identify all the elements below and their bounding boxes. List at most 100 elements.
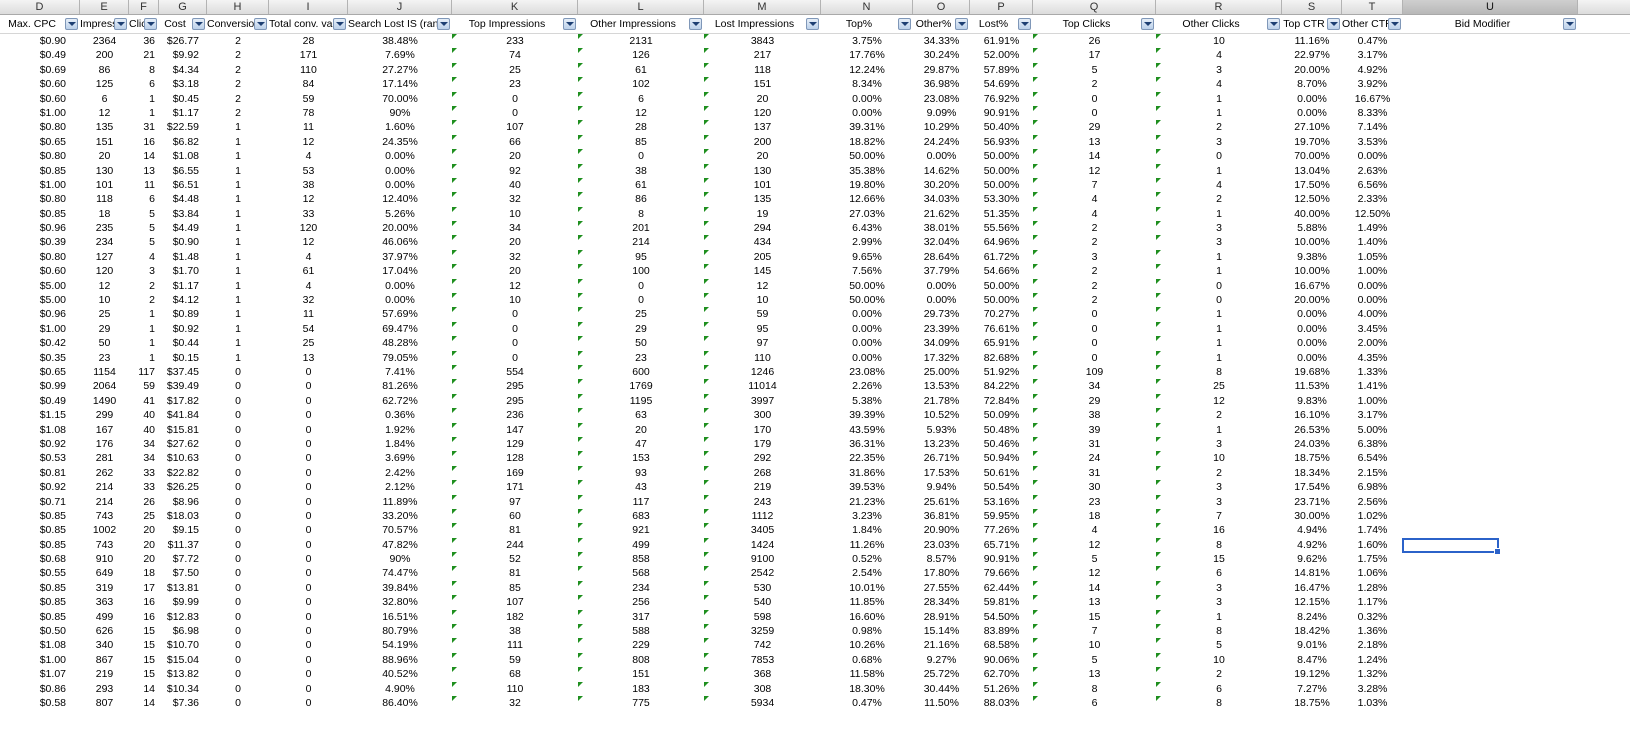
table-cell[interactable]: $11.37 — [159, 538, 207, 552]
table-cell[interactable]: 76.61% — [970, 322, 1033, 336]
table-cell[interactable]: 10 — [704, 293, 821, 307]
table-cell[interactable]: 1.41% — [1342, 379, 1403, 393]
table-cell[interactable]: 0 — [1156, 149, 1282, 163]
table-cell[interactable]: 61.72% — [970, 250, 1033, 264]
table-cell[interactable]: 16.60% — [821, 610, 913, 624]
table-cell[interactable]: 0 — [207, 667, 269, 681]
table-cell[interactable]: 93 — [578, 465, 704, 480]
table-cell[interactable]: 2 — [1156, 120, 1282, 134]
table-cell[interactable]: 20 — [129, 523, 159, 537]
table-cell[interactable]: 24.03% — [1282, 437, 1342, 451]
table-cell[interactable]: 4.00% — [1342, 307, 1403, 321]
table-cell[interactable]: 107 — [452, 595, 578, 609]
table-cell[interactable] — [1403, 437, 1578, 451]
table-cell[interactable]: 34 — [1033, 379, 1156, 393]
table-cell[interactable]: 16.10% — [1282, 408, 1342, 422]
table-cell[interactable] — [1403, 322, 1578, 336]
table-cell[interactable]: 59 — [269, 92, 348, 106]
table-cell[interactable]: 117 — [129, 365, 159, 379]
table-cell[interactable]: 0.00% — [913, 293, 970, 307]
table-cell[interactable]: 229 — [578, 638, 704, 652]
table-cell[interactable]: 36.31% — [821, 437, 913, 451]
header-cell[interactable]: Other Clicks — [1156, 15, 1282, 33]
table-cell[interactable]: 50.61% — [970, 466, 1033, 480]
table-cell[interactable]: 1 — [207, 336, 269, 350]
table-cell[interactable]: 1.84% — [348, 437, 452, 451]
table-cell[interactable]: 0.00% — [348, 293, 452, 307]
table-cell[interactable]: $0.92 — [159, 322, 207, 336]
table-cell[interactable]: 20 — [704, 149, 821, 163]
table-cell[interactable]: 72.84% — [970, 394, 1033, 408]
table-cell[interactable]: 23.08% — [913, 92, 970, 106]
table-cell[interactable]: 649 — [80, 566, 129, 580]
table-cell[interactable]: 867 — [80, 653, 129, 667]
table-cell[interactable]: 0 — [207, 638, 269, 652]
table-cell[interactable]: 8.33% — [1342, 106, 1403, 120]
table-cell[interactable]: 12 — [578, 105, 704, 120]
table-cell[interactable] — [1403, 351, 1578, 365]
table-cell[interactable]: 0.00% — [1282, 92, 1342, 106]
table-cell[interactable]: 1 — [129, 92, 159, 106]
column-letter-j[interactable]: J — [348, 0, 452, 14]
table-cell[interactable]: 4 — [1156, 77, 1282, 91]
column-letter-m[interactable]: M — [704, 0, 821, 14]
table-cell[interactable]: 295 — [452, 393, 578, 408]
table-cell[interactable]: 2 — [207, 63, 269, 77]
table-cell[interactable]: 40 — [129, 423, 159, 437]
table-cell[interactable]: 317 — [578, 609, 704, 624]
table-cell[interactable]: 14.81% — [1282, 566, 1342, 580]
table-cell[interactable]: 4.92% — [1342, 63, 1403, 77]
table-cell[interactable] — [1403, 307, 1578, 321]
table-cell[interactable]: 61 — [578, 62, 704, 77]
table-cell[interactable]: 30.20% — [913, 178, 970, 192]
table-cell[interactable]: 69.47% — [348, 322, 452, 336]
table-cell[interactable]: 12 — [1156, 393, 1282, 408]
table-cell[interactable] — [1403, 235, 1578, 249]
table-cell[interactable]: 17.04% — [348, 264, 452, 278]
table-cell[interactable]: 0.00% — [1282, 106, 1342, 120]
table-cell[interactable]: 12 — [452, 278, 578, 293]
table-cell[interactable]: 52 — [452, 552, 578, 566]
table-cell[interactable]: 3 — [1156, 221, 1282, 235]
table-cell[interactable]: 11014 — [704, 379, 821, 393]
table-cell[interactable]: 97 — [452, 494, 578, 509]
column-letter-s[interactable]: S — [1282, 0, 1342, 14]
table-cell[interactable]: 0 — [207, 523, 269, 537]
column-letter-n[interactable]: N — [821, 0, 913, 14]
table-cell[interactable]: 32 — [452, 192, 578, 206]
filter-dropdown-icon[interactable] — [437, 18, 450, 30]
table-cell[interactable]: 0 — [207, 595, 269, 609]
table-cell[interactable]: $7.72 — [159, 552, 207, 566]
table-cell[interactable]: 0.00% — [821, 92, 913, 106]
table-cell[interactable]: 9.01% — [1282, 638, 1342, 652]
table-cell[interactable]: 5 — [1033, 552, 1156, 566]
table-cell[interactable]: 0 — [269, 509, 348, 523]
table-cell[interactable]: $0.90 — [0, 34, 80, 48]
table-cell[interactable]: 20.00% — [1282, 63, 1342, 77]
table-cell[interactable]: 3405 — [704, 523, 821, 537]
table-cell[interactable]: 0 — [578, 149, 704, 163]
table-cell[interactable]: 588 — [578, 624, 704, 638]
table-cell[interactable]: 12 — [269, 235, 348, 249]
table-cell[interactable] — [1403, 178, 1578, 192]
table-cell[interactable]: 22.97% — [1282, 48, 1342, 62]
filter-dropdown-icon[interactable] — [192, 18, 205, 30]
table-cell[interactable]: 0.00% — [1282, 336, 1342, 350]
table-cell[interactable]: 236 — [452, 408, 578, 422]
table-cell[interactable]: 1.00% — [1342, 394, 1403, 408]
table-cell[interactable]: 3 — [1156, 595, 1282, 609]
table-cell[interactable]: 0 — [207, 365, 269, 379]
table-cell[interactable]: 0 — [207, 552, 269, 566]
table-cell[interactable] — [1403, 92, 1578, 106]
table-cell[interactable]: $0.99 — [0, 379, 80, 393]
table-cell[interactable]: 110 — [452, 681, 578, 696]
table-cell[interactable]: $0.80 — [0, 192, 80, 206]
table-cell[interactable]: 34 — [129, 437, 159, 451]
table-cell[interactable]: 38 — [578, 163, 704, 178]
table-cell[interactable]: 10 — [1033, 638, 1156, 652]
table-cell[interactable]: 0.00% — [1282, 322, 1342, 336]
table-cell[interactable]: 235 — [80, 221, 129, 235]
table-cell[interactable]: 83.89% — [970, 624, 1033, 638]
table-cell[interactable]: 0.00% — [348, 279, 452, 293]
table-cell[interactable]: 0.00% — [821, 106, 913, 120]
